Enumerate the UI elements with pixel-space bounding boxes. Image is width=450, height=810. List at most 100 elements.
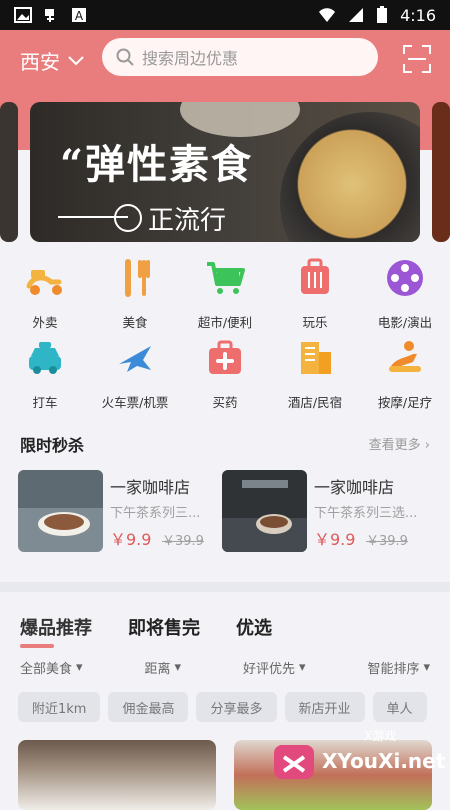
deal-name: 一家咖啡店 <box>314 478 395 497</box>
banner[interactable]: “弹性素食 正流行 <box>30 102 420 242</box>
banner-next-peek[interactable] <box>432 102 450 242</box>
battery-icon <box>377 6 388 23</box>
status-left: A <box>14 6 88 24</box>
filter-sort[interactable]: 智能排序 ▾ <box>367 658 430 677</box>
see-more-label: 查看更多 <box>368 438 421 453</box>
chip-nearby[interactable]: 附近1km <box>18 692 101 722</box>
category-label: 电影/演出 <box>377 315 433 330</box>
flash-sale-title: 限时秒杀 <box>20 436 85 455</box>
section-divider <box>0 582 450 592</box>
category-taxi[interactable]: 打车 <box>0 336 90 416</box>
caret-down-icon: ▾ <box>423 660 430 675</box>
app-icon <box>45 9 54 22</box>
scooter-icon <box>26 270 62 295</box>
banner-carousel[interactable]: “弹性素食 正流行 <box>0 102 450 242</box>
filter-bar: 全部美食 ▾ 距离 ▾ 好评优先 ▾ 智能排序 ▾ <box>20 658 430 677</box>
see-more-link[interactable]: 查看更多 › <box>369 434 430 453</box>
deal-desc: 下午茶系列三... <box>110 506 201 521</box>
chip-commission[interactable]: 佣金最高 <box>108 692 189 722</box>
luggage-icon <box>301 258 329 294</box>
deal-price: ￥9.9 <box>314 530 356 549</box>
chevron-right-icon: › <box>424 438 430 453</box>
category-label: 超市/便利 <box>197 315 253 330</box>
film-reel-icon <box>387 260 423 296</box>
cutlery-icon <box>125 259 150 297</box>
deal-thumbnail <box>222 470 307 552</box>
tab-selling-out[interactable]: 即将售完 <box>128 614 200 640</box>
coffee-photo-icon <box>18 470 103 552</box>
watermark: X游戏 XYouXi.net <box>270 727 445 791</box>
caret-down-icon: ▾ <box>174 660 182 675</box>
chevron-down-icon <box>68 55 84 65</box>
chip-single[interactable]: 单人 <box>372 692 427 722</box>
category-tickets[interactable]: 火车票/机票 <box>90 336 180 416</box>
signal-icon <box>349 8 364 22</box>
deal-card[interactable]: 一家咖啡店 下午茶系列三选... ￥9.9 ￥39.9 <box>222 470 422 560</box>
deal-thumbnail <box>18 470 103 552</box>
category-movies[interactable]: 电影/演出 <box>360 256 450 336</box>
category-food[interactable]: 美食 <box>90 256 180 336</box>
filter-label: 好评优先 <box>242 662 295 677</box>
chip-new-store[interactable]: 新店开业 <box>284 692 365 722</box>
category-label: 按摩/足疗 <box>377 395 433 410</box>
search-input[interactable]: 搜索周边优惠 <box>102 38 378 76</box>
chip-list: 附近1km 佣金最高 分享最多 新店开业 单人 <box>18 692 427 722</box>
scan-icon <box>403 45 431 73</box>
city-label: 西安 <box>20 50 60 74</box>
deal-original-price: ￥39.9 <box>162 534 204 549</box>
category-label: 酒店/民宿 <box>287 395 343 410</box>
category-grid: 外卖 美食 超市/便利 玩乐 电影/演出 打车 火车票/机票 买药 酒店/民宿 … <box>0 256 450 410</box>
category-fun[interactable]: 玩乐 <box>270 256 360 336</box>
watermark-bottom-text: XYouXi.net <box>322 749 446 773</box>
banner-title: “弹性素食 <box>60 141 254 188</box>
category-hotel[interactable]: 酒店/民宿 <box>270 336 360 416</box>
scan-button[interactable] <box>402 44 432 74</box>
deal-card[interactable]: 一家咖啡店 下午茶系列三... ￥9.9 ￥39.9 <box>18 470 218 560</box>
tab-hot[interactable]: 爆品推荐 <box>20 614 92 648</box>
city-selector[interactable]: 西安 <box>20 46 84 75</box>
cart-icon <box>207 262 245 294</box>
plane-icon <box>119 346 151 372</box>
category-label: 玩乐 <box>302 315 328 330</box>
caret-down-icon: ▾ <box>298 660 306 675</box>
category-massage[interactable]: 按摩/足疗 <box>360 336 450 416</box>
category-label: 火车票/机票 <box>101 395 169 410</box>
caret-down-icon: ▾ <box>76 660 83 675</box>
banner-food-plate <box>280 112 420 242</box>
deal-desc: 下午茶系列三选... <box>314 506 418 521</box>
coffee-photo-icon <box>222 470 307 552</box>
product-card[interactable] <box>18 740 216 810</box>
taxi-icon <box>29 342 61 374</box>
category-label: 美食 <box>122 315 148 330</box>
banner-prev-peek[interactable] <box>0 102 18 242</box>
banner-subtitle: 正流行 <box>148 206 227 236</box>
recommendation-tabs: 爆品推荐 即将售完 优选 <box>20 614 272 648</box>
banner-dot <box>114 204 142 232</box>
category-label: 买药 <box>212 395 238 410</box>
deal-name: 一家咖啡店 <box>110 478 191 497</box>
tab-preferred[interactable]: 优选 <box>236 614 272 640</box>
category-supermarket[interactable]: 超市/便利 <box>180 256 270 336</box>
svg-text:A: A <box>75 9 84 23</box>
deal-price: ￥9.9 <box>110 530 152 549</box>
massage-icon <box>389 341 421 372</box>
status-right: 4:16 <box>318 6 436 25</box>
category-takeout[interactable]: 外卖 <box>0 256 90 336</box>
image-icon <box>14 7 32 23</box>
search-icon <box>116 48 134 66</box>
category-medicine[interactable]: 买药 <box>180 336 270 416</box>
search-placeholder: 搜索周边优惠 <box>142 49 239 68</box>
filter-all-food[interactable]: 全部美食 ▾ <box>20 658 83 677</box>
filter-label: 距离 <box>144 662 171 677</box>
medicine-icon <box>209 340 241 374</box>
chip-shared[interactable]: 分享最多 <box>196 692 277 722</box>
category-label: 外卖 <box>32 315 58 330</box>
category-label: 打车 <box>32 395 58 410</box>
flash-sale-section: 限时秒杀 查看更多 › 一家咖啡店 下午茶系列三... ￥9.9 ￥39.9 一… <box>0 418 450 578</box>
filter-distance[interactable]: 距离 ▾ <box>144 658 181 677</box>
wifi-icon <box>319 8 336 22</box>
status-time: 4:16 <box>400 5 436 25</box>
filter-rating[interactable]: 好评优先 ▾ <box>243 658 306 677</box>
filter-label: 全部美食 <box>20 662 73 677</box>
deal-original-price: ￥39.9 <box>366 534 408 549</box>
